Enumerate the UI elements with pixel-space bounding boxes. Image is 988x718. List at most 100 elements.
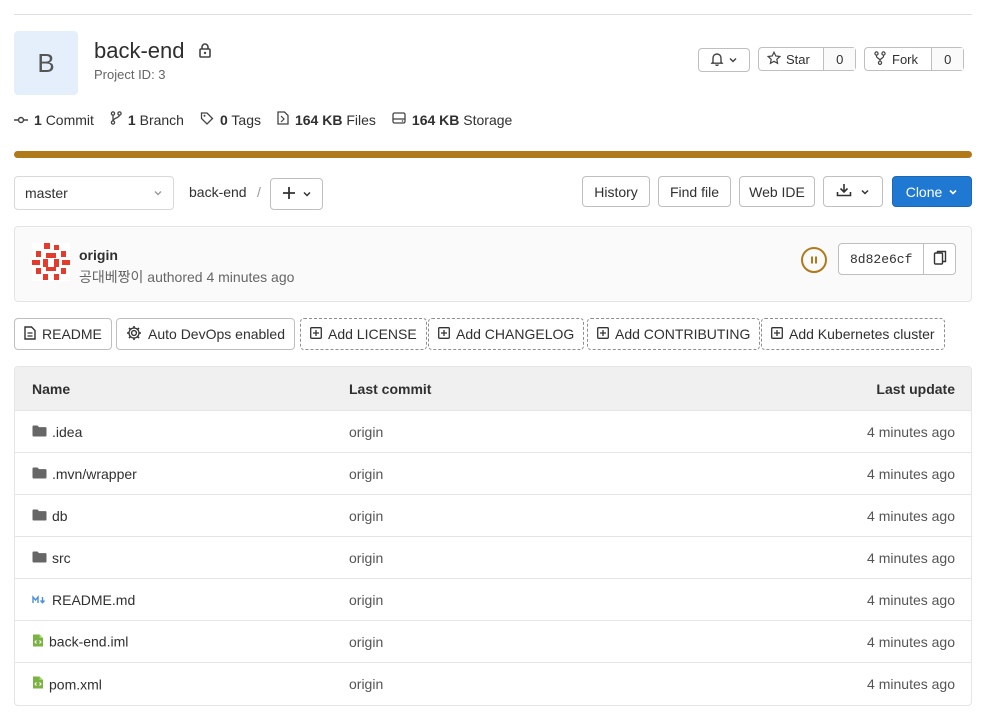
row-commit-message[interactable]: origin	[349, 592, 383, 608]
add-to-tree-dropdown[interactable]	[270, 178, 323, 210]
star-label: Star	[786, 51, 810, 67]
auto-devops-button[interactable]: Auto DevOps enabled	[116, 318, 295, 350]
file-name-link[interactable]: .mvn/wrapper	[52, 466, 137, 482]
commit-authored-label: authored	[147, 269, 203, 285]
chevron-down-icon	[302, 186, 312, 202]
storage-icon	[392, 111, 406, 128]
file-name-link[interactable]: src	[52, 550, 71, 566]
breadcrumb-repo[interactable]: back-end	[189, 184, 247, 200]
folder-icon	[32, 466, 47, 482]
add-changelog-button[interactable]: Add CHANGELOG	[428, 318, 585, 350]
project-avatar: B	[14, 31, 78, 95]
top-divider	[14, 14, 972, 15]
add-contributing-button[interactable]: Add CONTRIBUTING	[587, 318, 761, 350]
files-size: 164 KB	[294, 111, 343, 128]
last-commit-panel: origin 공대베짱이 authored 4 minutes ago 8d82…	[14, 226, 972, 302]
chevron-down-icon	[948, 184, 958, 200]
commit-title[interactable]: origin	[79, 247, 118, 263]
star-button[interactable]: Star 0	[758, 47, 856, 71]
row-commit-message[interactable]: origin	[349, 550, 383, 566]
plus-icon	[282, 186, 296, 203]
add-kubernetes-cluster-button[interactable]: Add Kubernetes cluster	[761, 318, 945, 350]
plus-square-icon	[438, 326, 450, 342]
row-commit-message[interactable]: origin	[349, 676, 383, 692]
file-name-link[interactable]: pom.xml	[49, 676, 102, 692]
pipeline-status-paused-icon[interactable]	[801, 247, 827, 273]
file-zip-icon	[277, 111, 289, 128]
table-row[interactable]: back-end.iml origin 4 minutes ago	[15, 621, 971, 663]
row-updated: 4 minutes ago	[867, 507, 955, 524]
commit-author[interactable]: 공대베짱이	[79, 269, 143, 285]
row-commit-message[interactable]: origin	[349, 466, 383, 482]
commit-meta: 공대베짱이 authored 4 minutes ago	[79, 267, 294, 287]
commit-sha-group: 8d82e6cf	[838, 243, 957, 275]
commit-author-avatar[interactable]	[32, 243, 70, 281]
row-commit-message[interactable]: origin	[349, 424, 383, 440]
web-ide-button[interactable]: Web IDE	[739, 176, 815, 207]
project-id: Project ID: 3	[94, 67, 166, 82]
notification-dropdown[interactable]	[698, 48, 750, 72]
row-updated: 4 minutes ago	[867, 423, 955, 440]
table-row[interactable]: .idea origin 4 minutes ago	[15, 411, 971, 453]
add-license-button[interactable]: Add LICENSE	[300, 318, 427, 350]
add-contributing-label: Add CONTRIBUTING	[615, 326, 751, 342]
find-file-button[interactable]: Find file	[658, 176, 731, 207]
file-tree-table: Name Last commit Last update .idea origi…	[14, 366, 972, 706]
copy-sha-button[interactable]	[923, 244, 955, 274]
project-avatar-letter: B	[37, 47, 55, 78]
project-stats: 1 Commit 1 Branch 0 Tags 164 KB Files 16…	[14, 111, 512, 128]
file-code-icon	[32, 633, 44, 650]
table-row[interactable]: src origin 4 minutes ago	[15, 537, 971, 579]
tags-link[interactable]: 0 Tags	[200, 111, 261, 128]
file-name-link[interactable]: .idea	[52, 424, 82, 440]
fork-label: Fork	[892, 51, 918, 67]
file-name-link[interactable]: db	[52, 508, 68, 524]
table-row[interactable]: README.md origin 4 minutes ago	[15, 579, 971, 621]
folder-icon	[32, 550, 47, 566]
doc-text-icon	[24, 325, 36, 343]
table-row[interactable]: db origin 4 minutes ago	[15, 495, 971, 537]
row-commit-message[interactable]: origin	[349, 508, 383, 524]
tag-icon	[200, 111, 214, 128]
table-row[interactable]: .mvn/wrapper origin 4 minutes ago	[15, 453, 971, 495]
files-link[interactable]: 164 KB Files	[277, 111, 376, 128]
header-name: Name	[32, 380, 71, 397]
plus-square-icon	[310, 326, 322, 342]
commits-link[interactable]: 1 Commit	[14, 112, 94, 128]
plus-square-icon	[771, 326, 783, 342]
row-updated: 4 minutes ago	[867, 633, 955, 650]
fork-button[interactable]: Fork 0	[864, 47, 964, 71]
table-row[interactable]: pom.xml origin 4 minutes ago	[15, 663, 971, 705]
plus-square-icon	[597, 326, 609, 342]
clipboard-icon	[933, 250, 947, 269]
lock-icon	[198, 42, 212, 61]
readme-button[interactable]: README	[14, 318, 112, 350]
header-last-update: Last update	[876, 380, 955, 397]
commit-sha[interactable]: 8d82e6cf	[839, 244, 923, 274]
download-dropdown[interactable]	[823, 176, 883, 207]
history-button[interactable]: History	[582, 176, 650, 207]
add-changelog-label: Add CHANGELOG	[456, 326, 575, 342]
star-toggle[interactable]: Star	[759, 48, 823, 70]
file-name-link[interactable]: README.md	[52, 592, 135, 608]
clone-dropdown[interactable]: Clone	[892, 176, 972, 207]
files-label: Files	[346, 111, 376, 128]
fork-icon	[873, 50, 887, 68]
fork-count[interactable]: 0	[931, 48, 963, 70]
commits-label: Commit	[45, 111, 94, 128]
branch-selector[interactable]: master	[14, 176, 174, 210]
row-commit-message[interactable]: origin	[349, 634, 383, 650]
markdown-icon	[32, 592, 47, 608]
file-name-link[interactable]: back-end.iml	[49, 634, 128, 650]
storage-size: 164 KB	[411, 111, 460, 128]
star-count[interactable]: 0	[823, 48, 855, 70]
storage-link[interactable]: 164 KB Storage	[392, 111, 512, 128]
branches-link[interactable]: 1 Branch	[110, 111, 184, 128]
fork-toggle[interactable]: Fork	[865, 48, 931, 70]
project-title-area: back-end	[94, 38, 212, 64]
repository-languages-bar	[14, 151, 972, 158]
readme-label: README	[42, 326, 102, 342]
folder-icon	[32, 424, 47, 440]
branch-selector-value: master	[25, 185, 68, 201]
chevron-down-icon	[728, 53, 738, 68]
